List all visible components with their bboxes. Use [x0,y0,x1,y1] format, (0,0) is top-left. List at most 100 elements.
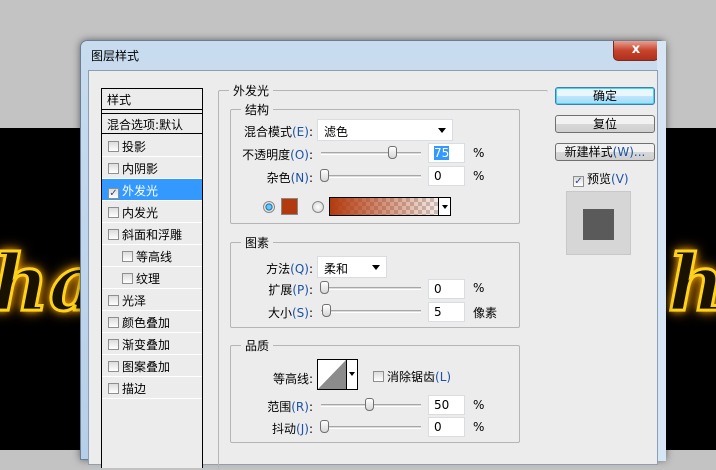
style-item[interactable]: 内阴影 [102,157,202,179]
jitter-slider[interactable] [320,420,421,433]
blend-mode-label: 混合模式(E): [243,125,313,139]
quality-title: 品质 [241,337,274,354]
blending-options[interactable]: 混合选项:默认 [102,113,202,134]
spread-slider[interactable] [320,281,421,294]
neon-text-right: h [667,237,716,331]
checkbox-icon[interactable] [108,339,119,350]
contour-picker[interactable] [317,359,358,390]
style-item[interactable]: 纹理 [102,267,202,289]
style-item-label: 等高线 [136,250,173,264]
jitter-unit: % [473,420,485,434]
checkbox-icon[interactable] [122,273,133,284]
size-slider[interactable] [321,304,421,317]
jitter-label: 抖动(J): [272,422,313,436]
close-button[interactable]: x [613,41,659,61]
ok-button[interactable]: 确定 [555,87,655,105]
structure-title: 结构 [241,101,274,118]
jitter-input[interactable]: 0 [428,417,465,437]
gradient-picker[interactable] [329,197,451,216]
opacity-slider[interactable] [321,146,421,159]
style-item[interactable]: 等高线 [102,245,202,267]
elements-title: 图素 [241,234,274,251]
checkbox-icon[interactable] [108,383,119,394]
range-unit: % [473,398,485,412]
method-select[interactable]: 柔和 [317,256,387,278]
styles-list: 样式 混合选项:默认 投影内阴影 ✓ 外发光内发光斜面和浮雕等高线纹理光泽颜色叠加渐… [101,88,203,468]
style-item[interactable]: 斜面和浮雕 [102,223,202,245]
checkbox-icon[interactable] [108,229,119,240]
checkbox-icon[interactable] [108,207,119,218]
style-item[interactable]: 渐变叠加 [102,333,202,355]
opacity-slider-thumb[interactable] [387,146,397,159]
style-item[interactable]: 光泽 [102,289,202,311]
range-input[interactable]: 50 [428,395,465,415]
checkbox-icon[interactable]: ✓ [108,188,119,199]
noise-unit: % [473,169,485,183]
dialog-body: 样式 混合选项:默认 投影 内阴影 ✓ 外发光 内发光 斜面和浮雕 等高线 纹理 光泽 颜色叠加渐… [88,70,658,470]
contour-label: 等高线: [272,372,313,386]
opacity-label: 不透明度(O): [242,148,313,162]
chevron-down-icon [438,128,446,133]
style-item-label: 纹理 [136,272,161,286]
preview-checkbox[interactable]: ✓ 预览(V) [573,170,629,187]
spread-slider-thumb[interactable] [320,281,329,294]
spread-label: 扩展(P): [268,283,313,297]
style-item[interactable]: 描边 [102,377,202,399]
style-item[interactable]: 颜色叠加 [102,311,202,333]
checkbox-icon[interactable] [108,361,119,372]
range-label: 范围(R): [267,400,313,414]
glow-color-swatch[interactable] [281,198,298,215]
checkbox-icon: ✓ [573,176,584,187]
chevron-down-icon [349,372,355,376]
opacity-input[interactable]: 75 [428,143,465,163]
chevron-down-icon [442,205,448,209]
quality-group: 品质 等高线: 消除锯齿(L) 范围(R): 50 % 抖动(J): 0 % [230,337,520,443]
contour-preview-icon [318,360,346,389]
window-edge [657,41,666,461]
spread-input[interactable]: 0 [428,279,465,299]
noise-slider[interactable] [320,169,421,182]
style-item-label: 外发光 [122,184,159,198]
style-item-label: 颜色叠加 [122,316,171,330]
style-item[interactable]: 图案叠加 [102,355,202,377]
style-item-label: 内发光 [122,206,159,220]
checkbox-icon[interactable] [108,295,119,306]
blend-mode-select[interactable]: 滤色 [317,119,453,141]
spread-unit: % [473,281,485,295]
size-label: 大小(S): [267,306,313,320]
noise-label: 杂色(N): [266,171,313,185]
noise-slider-thumb[interactable] [320,169,329,182]
size-input[interactable]: 5 [428,302,465,322]
new-style-button[interactable]: 新建样式(W)... [555,143,655,161]
size-slider-thumb[interactable] [321,304,331,317]
styles-header[interactable]: 样式 [102,89,202,110]
style-item-label: 内阴影 [122,162,159,176]
style-item-label: 光泽 [122,294,147,308]
reset-button[interactable]: 复位 [555,115,655,133]
antialias-checkbox[interactable]: 消除锯齿(L) [373,368,451,385]
gradient-radio[interactable] [312,201,324,213]
dialog-title: 图层样式 [91,49,140,63]
style-item[interactable]: ✓ 外发光 [102,179,202,201]
elements-group: 图素 方法(Q): 柔和 扩展(P): 0 % 大小(S): 5 像素 [230,234,520,328]
checkbox-icon[interactable] [108,141,119,152]
chevron-down-icon [372,265,380,270]
preview-thumbnail [566,191,631,255]
noise-input[interactable]: 0 [428,166,465,186]
checkbox-icon[interactable] [122,251,133,262]
layer-style-dialog: 图层样式 x 样式 混合选项:默认 投影 内阴影 ✓ 外发光 内发光 斜面和浮雕 等高线 纹理… [80,40,666,470]
range-slider[interactable] [321,398,421,411]
style-item-label: 图案叠加 [122,360,171,374]
style-item[interactable]: 投影 [102,135,202,157]
style-item[interactable]: 内发光 [102,201,202,223]
method-label: 方法(Q): [266,262,313,276]
checkbox-icon[interactable] [108,317,119,328]
style-item-label: 斜面和浮雕 [122,228,183,242]
solid-color-radio[interactable] [263,201,275,213]
jitter-slider-thumb[interactable] [320,420,329,433]
checkbox-icon[interactable] [108,163,119,174]
opacity-unit: % [473,146,485,160]
range-slider-thumb[interactable] [365,398,374,411]
checkbox-icon [373,371,384,382]
style-item-label: 投影 [122,140,147,154]
